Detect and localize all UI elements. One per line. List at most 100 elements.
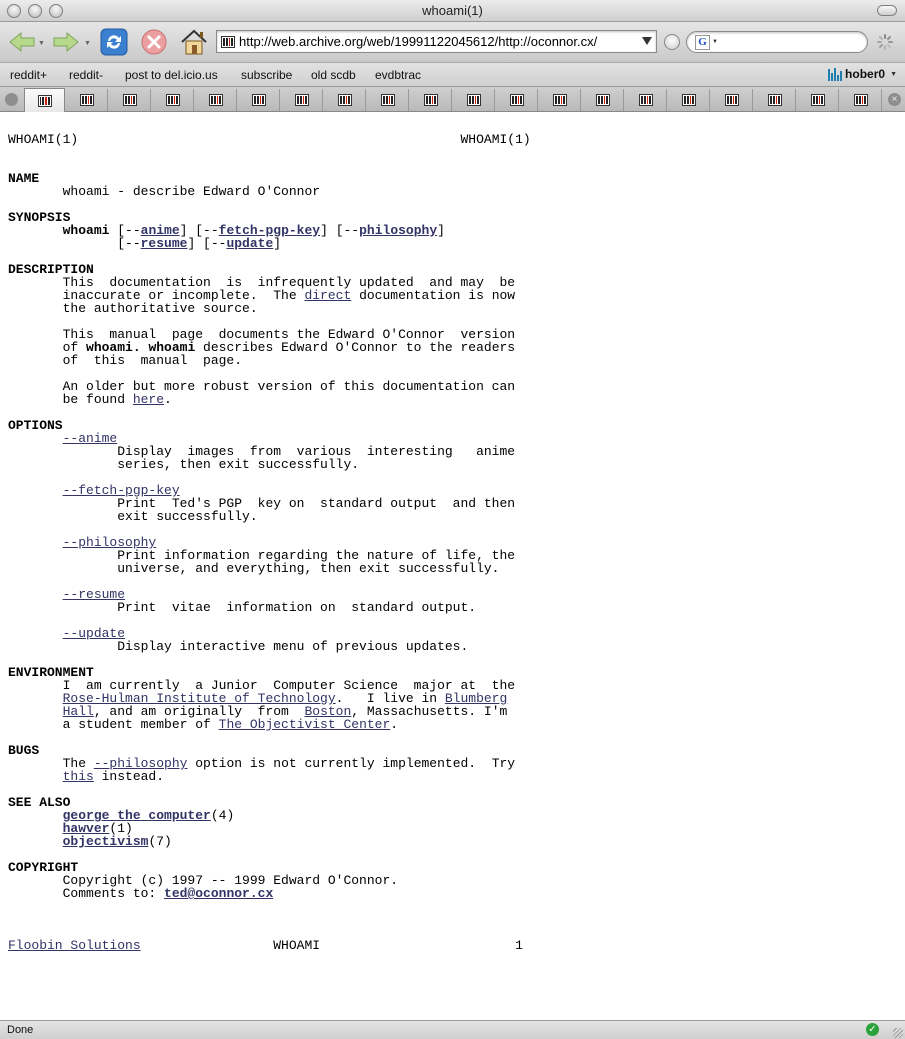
bookmark-item[interactable]: evdbtrac: [375, 68, 421, 82]
stop-button[interactable]: [139, 28, 169, 56]
synopsis-update-link[interactable]: update: [226, 236, 273, 251]
toolbar-toggle-button[interactable]: [877, 5, 897, 16]
back-button[interactable]: [8, 29, 36, 55]
tab[interactable]: [153, 89, 194, 111]
tab[interactable]: [626, 89, 667, 111]
bugs-this-link[interactable]: this: [63, 769, 94, 784]
synopsis-resume-link[interactable]: resume: [141, 236, 188, 251]
user-menu-caret-icon: ▼: [890, 70, 897, 78]
tab[interactable]: [196, 89, 237, 111]
tab[interactable]: [67, 89, 108, 111]
footer-page-number: 1: [515, 938, 523, 953]
reload-icon: [100, 28, 128, 56]
email-link[interactable]: ted@oconnor.cx: [164, 886, 273, 901]
search-box[interactable]: G ▼: [686, 31, 868, 53]
archive-favicon-icon: [467, 94, 481, 106]
bookmark-item[interactable]: reddit+: [10, 68, 47, 82]
search-input[interactable]: [721, 34, 861, 50]
archive-favicon-icon: [553, 94, 567, 106]
tab[interactable]: [669, 89, 710, 111]
option-anime-link[interactable]: --anime: [63, 431, 118, 446]
direct-link[interactable]: direct: [304, 288, 351, 303]
option-update-link[interactable]: --update: [63, 626, 125, 641]
tab[interactable]: [497, 89, 538, 111]
url-history-dropdown-icon[interactable]: [642, 37, 652, 45]
rss-or-snapback-icon[interactable]: [664, 34, 680, 50]
environment-text: a student member of: [62, 717, 219, 732]
archive-favicon-icon: [510, 94, 524, 106]
close-tab-icon[interactable]: ×: [888, 93, 901, 106]
tab-active[interactable]: [24, 88, 65, 112]
back-arrow-icon: [9, 31, 35, 53]
man-header-right: WHOAMI(1): [460, 132, 531, 147]
signal-bars-icon: [828, 67, 843, 81]
copyright-text: Comments to:: [62, 886, 165, 901]
bookmark-item[interactable]: subscribe: [241, 68, 292, 82]
forward-history-caret-icon[interactable]: ▼: [84, 40, 91, 47]
tab[interactable]: [325, 89, 366, 111]
description-text: describes Edward O'Connor to the readers: [195, 340, 516, 355]
archive-favicon-icon: [854, 94, 868, 106]
tab[interactable]: [411, 89, 452, 111]
status-bar: Done ✓: [0, 1020, 905, 1039]
option-description: Display interactive menu of previous upd…: [117, 639, 469, 654]
archive-favicon-icon: [639, 94, 653, 106]
section-heading: BUGS: [8, 743, 40, 758]
archive-favicon-icon: [123, 94, 137, 106]
tab-scroll-left-icon[interactable]: [5, 93, 18, 106]
reload-button[interactable]: [99, 28, 129, 56]
option-resume-link[interactable]: --resume: [63, 587, 125, 602]
archive-favicon-icon: [166, 94, 180, 106]
bookmark-item[interactable]: reddit-: [69, 68, 103, 82]
back-history-caret-icon[interactable]: ▼: [38, 40, 45, 47]
tab[interactable]: [110, 89, 151, 111]
man-page: WHOAMI(1) WHOAMI(1) NAME whoami - descri…: [8, 132, 531, 953]
home-icon: [181, 29, 207, 55]
url-input[interactable]: [239, 33, 634, 50]
tab[interactable]: [282, 89, 323, 111]
here-link[interactable]: here: [133, 392, 164, 407]
loading-spinner-icon: [877, 34, 893, 50]
archive-favicon-icon: [768, 94, 782, 106]
see-also-section-number: (4): [210, 808, 235, 823]
bookmark-item[interactable]: old scdb: [311, 68, 356, 82]
tab[interactable]: [841, 89, 882, 111]
see-also-section-number: (7): [148, 834, 172, 849]
man-header-left: WHOAMI(1): [8, 132, 79, 147]
resize-grip-icon[interactable]: [893, 1028, 903, 1038]
bookmark-item[interactable]: post to del.icio.us: [125, 68, 218, 82]
home-button[interactable]: [178, 27, 210, 57]
tab[interactable]: [454, 89, 495, 111]
tab[interactable]: [755, 89, 796, 111]
archive-favicon-icon: [424, 94, 438, 106]
address-bar[interactable]: [216, 30, 657, 53]
tab[interactable]: [368, 89, 409, 111]
secure-ok-icon: ✓: [866, 1023, 879, 1036]
see-also-objectivism-link[interactable]: objectivism: [63, 834, 149, 849]
archive-favicon-icon: [221, 36, 235, 48]
footer-title: WHOAMI: [273, 938, 321, 953]
section-heading: OPTIONS: [8, 418, 63, 433]
forward-button[interactable]: [52, 29, 80, 55]
google-search-engine-icon[interactable]: G: [695, 35, 710, 50]
tab[interactable]: [798, 89, 839, 111]
search-engine-caret-icon[interactable]: ▼: [712, 39, 718, 45]
window-title-bar: whoami(1): [0, 0, 905, 22]
synopsis-philosophy-link[interactable]: philosophy: [359, 223, 437, 238]
floobin-solutions-link[interactable]: Floobin Solutions: [8, 938, 141, 953]
description-text: the authoritative source.: [62, 301, 258, 316]
option-description: Print vitae information on standard outp…: [117, 600, 477, 615]
tab[interactable]: [540, 89, 581, 111]
tab[interactable]: [239, 89, 280, 111]
tab[interactable]: [583, 89, 624, 111]
user-menu[interactable]: hober0 ▼: [828, 67, 897, 81]
objectivist-center-link[interactable]: The Objectivist Center: [219, 717, 391, 732]
status-text: Done: [7, 1024, 34, 1036]
description-text: be found: [62, 392, 133, 407]
tab[interactable]: [712, 89, 753, 111]
archive-favicon-icon: [209, 94, 223, 106]
name-line: whoami - describe Edward O'Connor: [62, 184, 321, 199]
archive-favicon-icon: [725, 94, 739, 106]
archive-favicon-icon: [295, 94, 309, 106]
description-text: of this manual page.: [62, 353, 243, 368]
